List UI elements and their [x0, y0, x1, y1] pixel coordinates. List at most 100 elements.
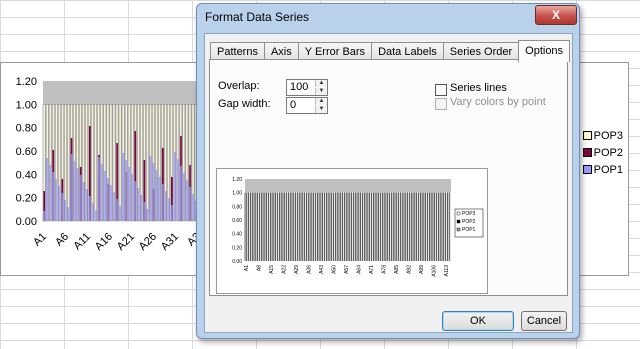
bar-pop1 — [146, 209, 149, 221]
background-chart-legend: POP3 POP2 POP1 — [583, 127, 623, 179]
preview-x-tick: A113 — [444, 265, 450, 277]
series-lines-checkbox[interactable] — [435, 84, 447, 96]
preview-legend-label: POP3 — [462, 211, 476, 217]
x-tick-label: A6 — [53, 231, 71, 249]
preview-x-tick: A92 — [407, 265, 413, 274]
overlap-label: Overlap: — [218, 80, 260, 92]
bar-pop1 — [122, 153, 124, 221]
bar-pop1 — [125, 160, 128, 221]
legend-item-pop1: POP1 — [583, 161, 623, 178]
bar-pop1 — [52, 172, 55, 221]
spin-down-icon[interactable]: ▼ — [315, 88, 327, 95]
preview-x-tick: A15 — [269, 265, 275, 274]
bar-pop3 — [146, 104, 149, 222]
format-data-series-dialog: Format Data Series X Patterns Axis Y Err… — [196, 3, 580, 339]
bar-pop1 — [100, 164, 103, 221]
series-lines-label: Series lines — [450, 82, 507, 94]
preview-legend-label: POP1 — [462, 227, 476, 233]
preview-x-tick: A43 — [319, 265, 325, 274]
bar-pop1 — [158, 177, 161, 221]
gap-width-value: 0 — [290, 99, 297, 111]
bar-pop1 — [113, 192, 115, 221]
x-tick-label: A31 — [159, 231, 181, 253]
spin-up-icon[interactable]: ▲ — [315, 80, 327, 87]
bar-pop1 — [73, 161, 76, 221]
preview-x-tick: A99 — [419, 265, 425, 274]
preview-x-tick: A22 — [282, 265, 288, 274]
bar-pop1 — [61, 193, 64, 221]
bar-pop1 — [131, 174, 134, 221]
bar-pop1 — [110, 185, 112, 221]
spin-up-icon[interactable]: ▲ — [315, 98, 327, 105]
y-tick-label: 1.20 — [16, 76, 37, 88]
gap-width-spinner[interactable]: 0 ▲ ▼ — [286, 97, 328, 114]
bar-pop1 — [173, 152, 176, 221]
bar-pop1 — [140, 195, 143, 221]
bar-pop1 — [167, 198, 170, 221]
bar-pop1 — [137, 188, 140, 221]
bar-pop1 — [192, 194, 194, 221]
spin-down-icon[interactable]: ▼ — [315, 106, 327, 113]
y-tick-label: 1.00 — [16, 99, 37, 111]
bar-pop1 — [85, 189, 88, 221]
preview-x-tick: A57 — [344, 265, 350, 274]
bar-pop1 — [182, 173, 185, 221]
bar-pop1 — [176, 159, 179, 221]
bar-pop3 — [67, 104, 70, 222]
bar-pop1 — [67, 207, 70, 221]
bar-pop1 — [116, 199, 118, 221]
preview-x-tick: A1 — [244, 265, 250, 271]
bar-pop1 — [43, 211, 45, 221]
bar-pop1 — [189, 187, 191, 221]
preview-x-tick: A106 — [432, 265, 438, 277]
preview-y-tick: 1.20 — [232, 177, 242, 183]
preview-legend-label: POP2 — [462, 219, 476, 225]
bar-pop1 — [46, 158, 49, 221]
overlap-spinner[interactable]: 100 ▲ ▼ — [286, 79, 328, 96]
bar-pop1 — [82, 182, 85, 221]
x-tick-label: A1 — [31, 231, 49, 249]
close-button[interactable]: X — [535, 5, 577, 25]
bar-pop1 — [186, 180, 188, 221]
preview-y-tick: 0.00 — [232, 259, 242, 265]
tab-options[interactable]: Options — [518, 40, 571, 62]
bar-pop1 — [103, 171, 106, 221]
x-tick-label: A21 — [115, 231, 137, 253]
bar-pop1 — [94, 210, 97, 221]
ok-button[interactable]: OK — [442, 311, 514, 331]
legend-swatch — [583, 148, 592, 157]
bar-pop1 — [49, 165, 52, 221]
preview-legend-swatch — [456, 219, 461, 224]
preview-chart-plot: 1.20 1.00 0.80 0.60 0.40 0.20 0.00A1 A8 A15 A22 A2… — [232, 177, 484, 277]
y-tick-label: 0.20 — [16, 193, 37, 205]
bar-pop1 — [152, 163, 155, 221]
x-tick-label: A26 — [137, 231, 159, 253]
x-tick-label: A11 — [71, 231, 93, 253]
preview-y-tick: 0.80 — [232, 204, 242, 210]
preview-x-tick: A36 — [307, 265, 313, 274]
plot-top-band — [43, 81, 201, 105]
preview-x-tick: A29 — [294, 265, 300, 274]
dialog-body: Patterns Axis Y Error Bars Data Labels S… — [204, 33, 573, 333]
vary-colors-checkbox[interactable] — [435, 98, 447, 110]
preview-legend-swatch — [456, 211, 461, 216]
legend-swatch — [583, 131, 592, 140]
tab-strip: Patterns Axis Y Error Bars Data Labels S… — [210, 40, 571, 62]
cancel-button[interactable]: Cancel — [521, 311, 567, 331]
bar-pop1 — [161, 184, 164, 221]
x-tick-label: A16 — [93, 231, 115, 253]
bar-pop1 — [134, 181, 137, 221]
legend-item-pop2: POP2 — [583, 144, 623, 161]
preview-y-tick: 0.20 — [232, 245, 242, 251]
dialog-titlebar[interactable]: Format Data Series X — [197, 4, 579, 28]
bar-pop1 — [149, 156, 152, 221]
preview-x-tick: A50 — [332, 265, 338, 274]
y-tick-label: 0.00 — [16, 216, 37, 228]
bar-pop1 — [107, 178, 109, 221]
preview-x-tick: A8 — [257, 265, 263, 271]
bar-pop1 — [179, 166, 182, 221]
preview-chart: 1.20 1.00 0.80 0.60 0.40 0.20 0.00 A1 A8 A15 A22 A2… — [216, 168, 488, 294]
bar-pop1 — [70, 154, 73, 221]
preview-x-tick: A64 — [357, 265, 363, 274]
y-tick-label: 0.80 — [16, 123, 37, 135]
